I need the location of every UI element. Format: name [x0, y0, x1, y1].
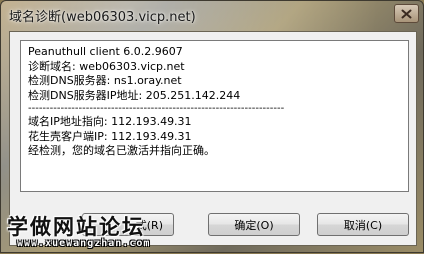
client-version-line: Peanuthull client 6.0.2.9607: [28, 45, 183, 58]
close-button[interactable]: [394, 4, 419, 23]
title-bar[interactable]: 域名诊断(web06303.vicp.net): [1, 1, 424, 31]
close-icon: [401, 9, 412, 19]
site-watermark: 学做网站论坛 www.xuewangzhan.com: [3, 211, 193, 254]
diagnosed-domain-line: 诊断域名: web06303.vicp.net: [28, 59, 185, 73]
dns-server-line: 检测DNS服务器: ns1.oray.net: [28, 74, 182, 87]
dns-server-ip-line: 检测DNS服务器IP地址: 205.251.142.244: [28, 88, 241, 102]
watermark-url: www.xuewangzhan.com: [17, 238, 151, 249]
dialog-window: 域名诊断(web06303.vicp.net) Peanuthull clien…: [0, 0, 424, 253]
watermark-title: 学做网站论坛: [7, 214, 145, 239]
domain-ip-line: 域名IP地址指向: 112.193.49.31: [28, 115, 192, 128]
window-title: 域名诊断(web06303.vicp.net): [9, 10, 196, 25]
ok-button[interactable]: 确定(O): [208, 213, 300, 236]
cancel-button[interactable]: 取消(C): [317, 213, 409, 236]
result-message-line: 经检测，您的域名已激活并指向正确。: [28, 144, 215, 157]
separator-line: ----------------------------------------…: [28, 103, 285, 114]
client-ip-line: 花生壳客户端IP: 112.193.49.31: [28, 129, 192, 143]
diagnosis-output-box: Peanuthull client 6.0.2.9607 诊断域名: web06…: [20, 40, 409, 192]
